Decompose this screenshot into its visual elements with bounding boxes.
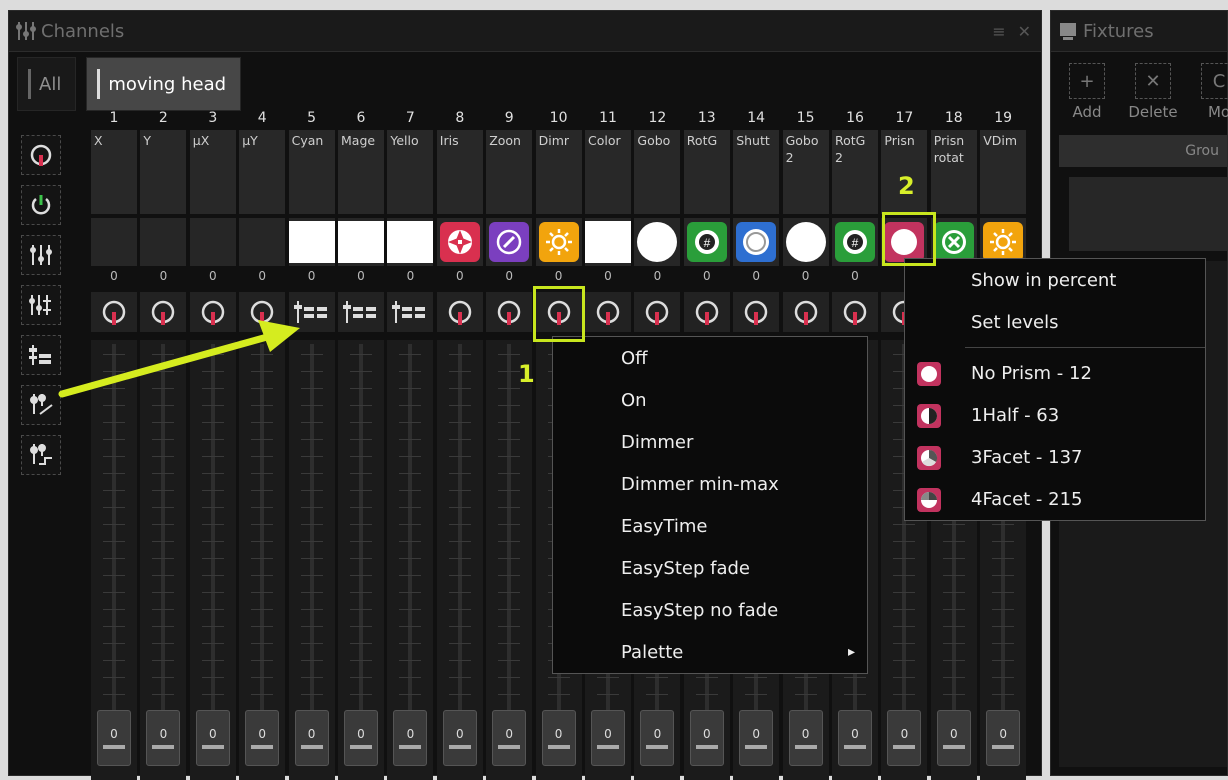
callout-1: 1	[518, 360, 535, 388]
annotation-arrow	[58, 320, 300, 398]
highlight-dimmer-button	[533, 286, 585, 342]
highlight-prism-icon	[882, 212, 936, 266]
callout-2: 2	[898, 172, 915, 200]
